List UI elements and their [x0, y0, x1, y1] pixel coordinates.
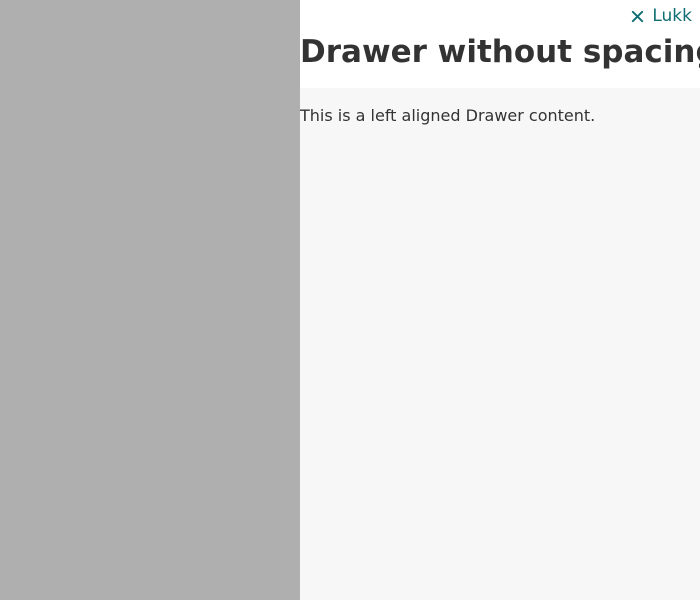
drawer-title: Drawer without spacing — [300, 34, 700, 70]
drawer-content: This is a left aligned Drawer content. — [300, 106, 596, 125]
close-button-label: Lukk — [652, 6, 692, 26]
drawer-panel: Lukk Drawer without spacing This is a le… — [300, 0, 700, 600]
drawer-backdrop[interactable] — [0, 0, 300, 600]
close-icon — [630, 9, 645, 24]
close-button[interactable]: Lukk — [630, 5, 692, 27]
drawer-demo-page: Lukk Drawer without spacing This is a le… — [0, 0, 700, 600]
drawer-header: Lukk Drawer without spacing — [300, 0, 700, 88]
